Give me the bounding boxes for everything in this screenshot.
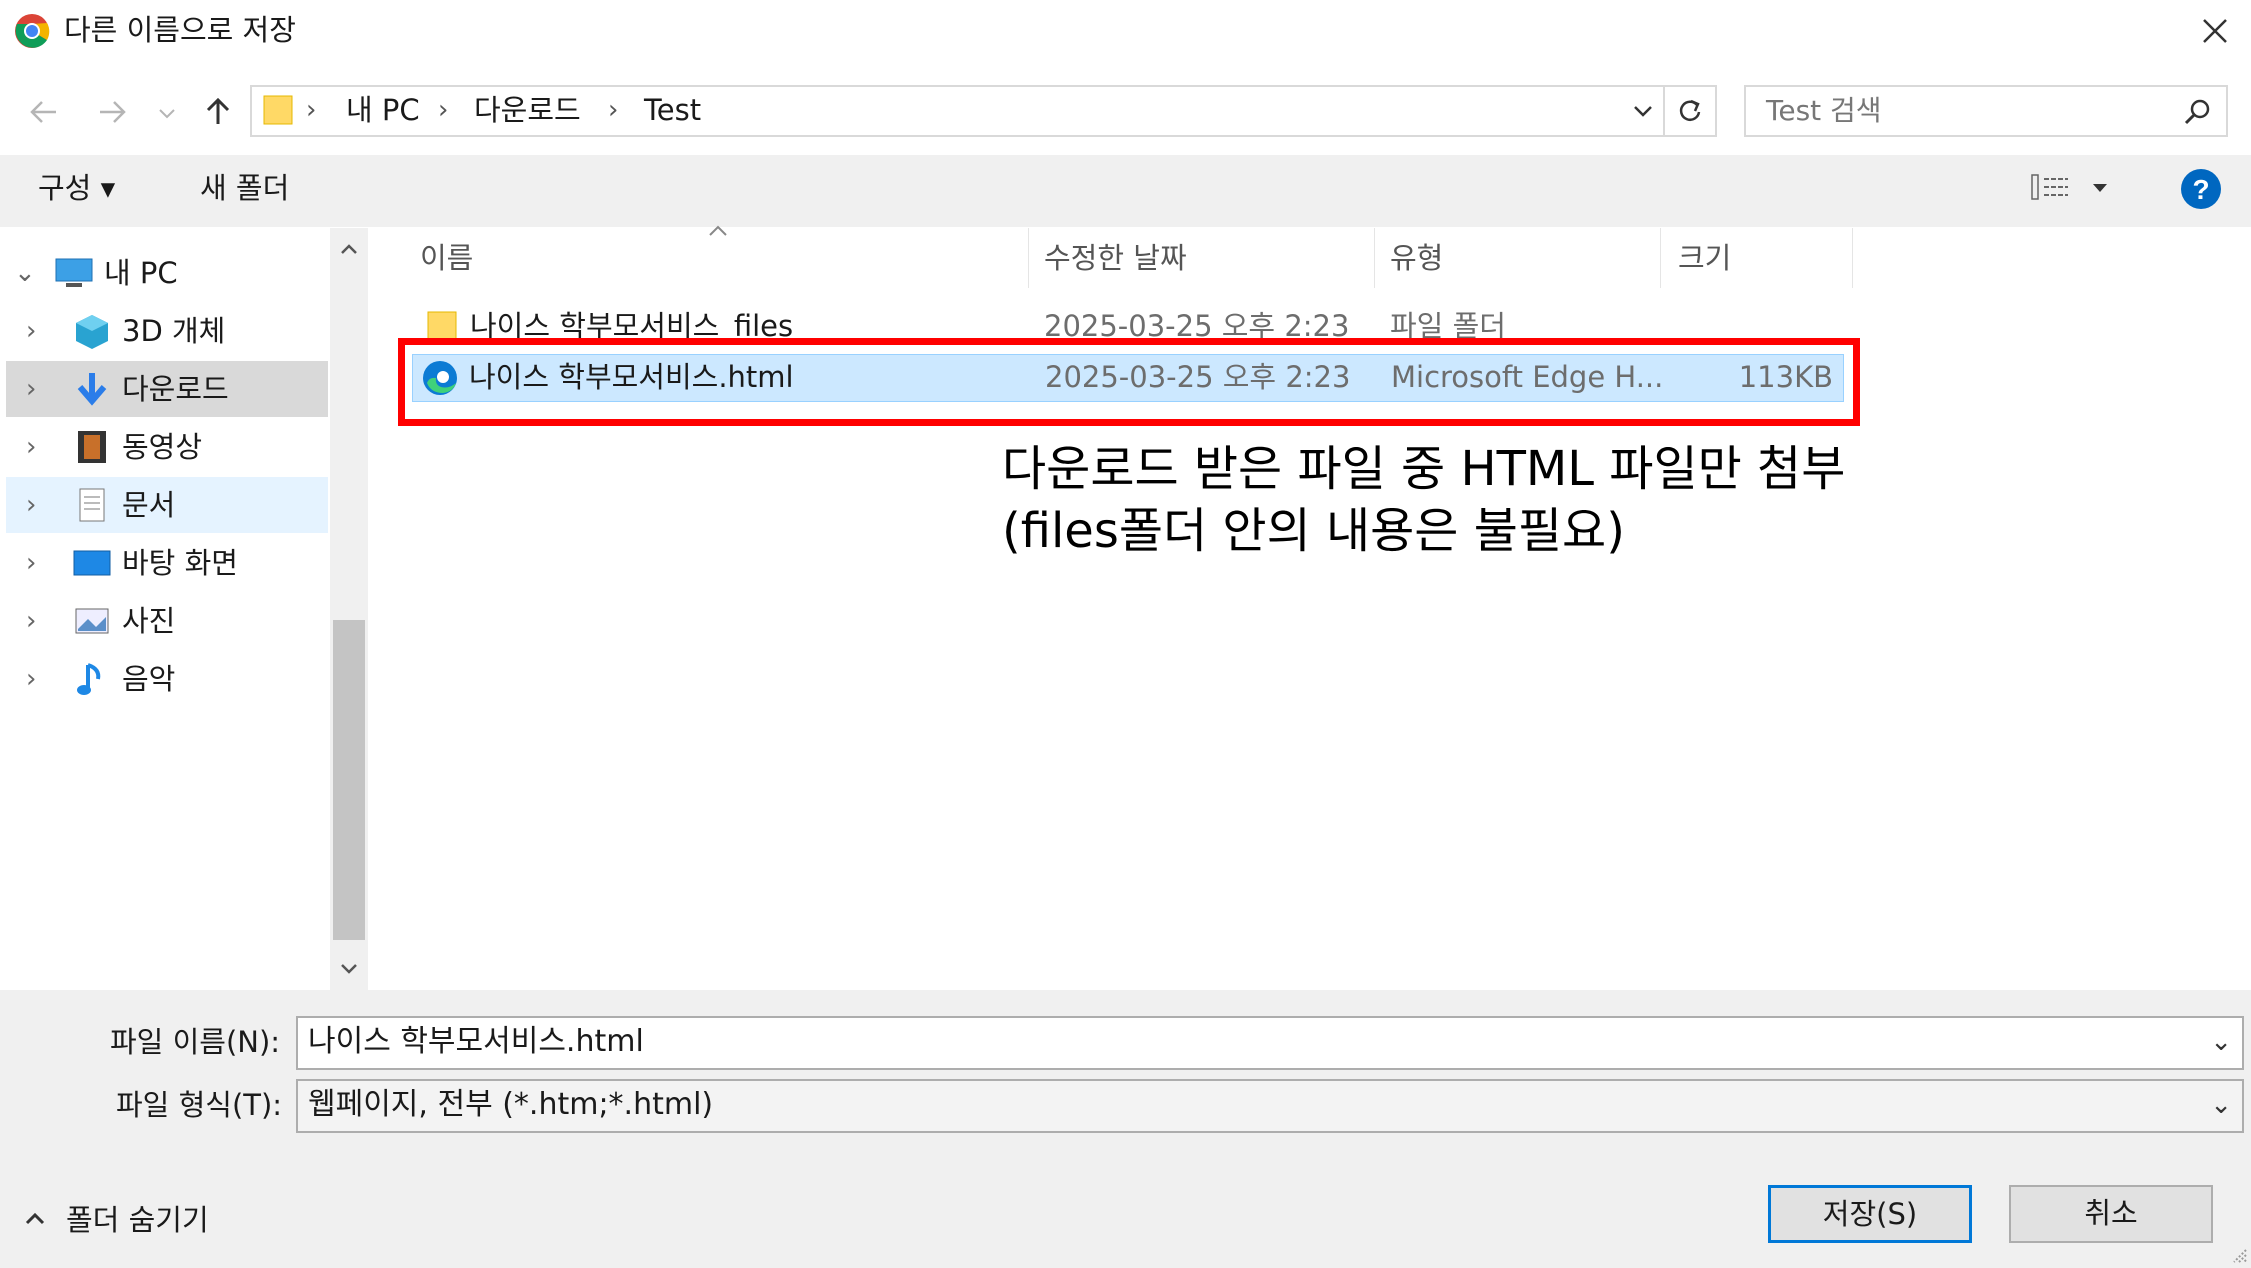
column-divider[interactable] (1660, 228, 1661, 288)
search-input[interactable]: Test 검색 (1744, 85, 2228, 137)
folder-icon (263, 95, 293, 125)
chevron-right-icon[interactable]: › (26, 545, 36, 581)
filetype-label: 파일 형식(T): (116, 1088, 283, 1122)
breadcrumb-test[interactable]: Test (644, 88, 701, 132)
cube-icon (76, 315, 108, 349)
folder-icon (427, 311, 457, 340)
file-name: 나이스 학부모서비스_files (470, 309, 794, 340)
column-header-date[interactable]: 수정한 날짜 (1044, 236, 1187, 280)
annotation-text-line2: (files폴더 안의 내용은 불필요) (1002, 503, 1625, 559)
nav-item-3d-objects[interactable]: › 3D 개체 (6, 303, 328, 359)
chevron-right-icon[interactable]: › (26, 661, 36, 697)
nav-item-desktop[interactable]: › 바탕 화면 (6, 535, 328, 591)
chevron-down-icon[interactable]: ⌄ (2210, 1081, 2232, 1129)
breadcrumb-separator: › (608, 95, 619, 125)
column-header-name[interactable]: 이름 (420, 236, 473, 280)
music-icon (77, 663, 101, 695)
scroll-down-icon[interactable] (336, 956, 362, 982)
recent-chevron-down-icon[interactable] (152, 90, 182, 134)
address-dropdown-chevron-icon[interactable] (1628, 96, 1658, 126)
chevron-right-icon[interactable]: › (26, 371, 36, 407)
nav-item-documents[interactable]: › 문서 (6, 477, 328, 533)
file-type: 파일 폴더 (1390, 309, 1506, 340)
nav-item-videos[interactable]: › 동영상 (6, 419, 328, 475)
scroll-up-icon[interactable] (336, 236, 362, 262)
annotation-text-line1: 다운로드 받은 파일 중 HTML 파일만 첨부 (1002, 441, 1846, 497)
breadcrumb-separator: › (438, 95, 449, 125)
back-arrow-icon[interactable] (22, 90, 66, 134)
breadcrumb-my-pc[interactable]: 내 PC (346, 88, 420, 132)
filename-label: 파일 이름(N): (110, 1025, 281, 1059)
cancel-button[interactable]: 취소 (2009, 1185, 2213, 1243)
view-options-icon[interactable] (2030, 172, 2070, 202)
table-row[interactable]: 나이스 학부모서비스_files 2025-03-25 오후 2:23 파일 폴… (412, 300, 1844, 340)
command-bar (0, 155, 2251, 227)
filetype-select[interactable]: 웹페이지, 전부 (*.htm;*.html) ⌄ (296, 1079, 2244, 1133)
chevron-down-icon[interactable]: ⌄ (2210, 1018, 2232, 1066)
hide-folders-label: 폴더 숨기기 (66, 1203, 209, 1237)
svg-text:?: ? (2192, 174, 2209, 205)
help-icon[interactable]: ? (2180, 168, 2222, 210)
file-date: 2025-03-25 오후 2:23 (1044, 309, 1350, 340)
chevron-right-icon[interactable]: › (26, 487, 36, 523)
video-icon (78, 431, 106, 463)
column-divider[interactable] (1852, 228, 1853, 288)
save-button[interactable]: 저장(S) (1768, 1185, 1972, 1243)
column-header-size[interactable]: 크기 (1678, 236, 1731, 280)
address-bar[interactable] (250, 85, 1665, 137)
filetype-value: 웹페이지, 전부 (*.htm;*.html) (308, 1087, 714, 1122)
breadcrumb-downloads[interactable]: 다운로드 (474, 88, 581, 132)
organize-button[interactable]: 구성 ▾ (38, 166, 115, 210)
column-divider[interactable] (1374, 228, 1375, 288)
pc-icon (55, 258, 93, 287)
title-bar (0, 0, 2251, 62)
resize-grip-icon[interactable] (2228, 1244, 2248, 1264)
search-icon (2184, 99, 2210, 125)
desktop-icon (73, 550, 111, 576)
document-icon (79, 488, 105, 522)
refresh-icon (1679, 99, 1701, 121)
chrome-icon (15, 14, 50, 48)
pictures-icon (75, 608, 109, 634)
expanded-chevron-icon[interactable]: ⌄ (14, 255, 36, 291)
chevron-up-icon (25, 1212, 45, 1225)
filename-value: 나이스 학부모서비스.html (308, 1024, 644, 1059)
nav-item-music[interactable]: › 음악 (6, 651, 328, 707)
breadcrumb-separator: › (306, 95, 317, 125)
search-placeholder: Test 검색 (1766, 94, 1882, 127)
nav-scrollbar-thumb[interactable] (333, 620, 365, 940)
annotation-highlight-box (398, 338, 1860, 426)
view-dropdown-icon[interactable] (2090, 178, 2110, 198)
filename-input[interactable]: 나이스 학부모서비스.html ⌄ (296, 1016, 2244, 1070)
sort-ascending-icon (709, 225, 727, 236)
new-folder-button[interactable]: 새 폴더 (200, 166, 289, 210)
download-icon (77, 373, 107, 406)
column-divider[interactable] (1028, 228, 1029, 288)
column-header-type[interactable]: 유형 (1390, 236, 1443, 280)
chevron-right-icon[interactable]: › (26, 603, 36, 639)
forward-arrow-icon[interactable] (90, 90, 134, 134)
window-title: 다른 이름으로 저장 (64, 13, 296, 47)
refresh-button[interactable] (1665, 85, 1717, 137)
nav-item-pictures[interactable]: › 사진 (6, 593, 328, 649)
close-icon[interactable] (2190, 6, 2240, 56)
up-arrow-icon[interactable] (196, 90, 240, 134)
nav-item-my-pc[interactable]: ⌄ 내 PC (6, 245, 328, 301)
nav-item-downloads[interactable]: › 다운로드 (6, 361, 328, 417)
chevron-right-icon[interactable]: › (26, 429, 36, 465)
chevron-right-icon[interactable]: › (26, 313, 36, 349)
